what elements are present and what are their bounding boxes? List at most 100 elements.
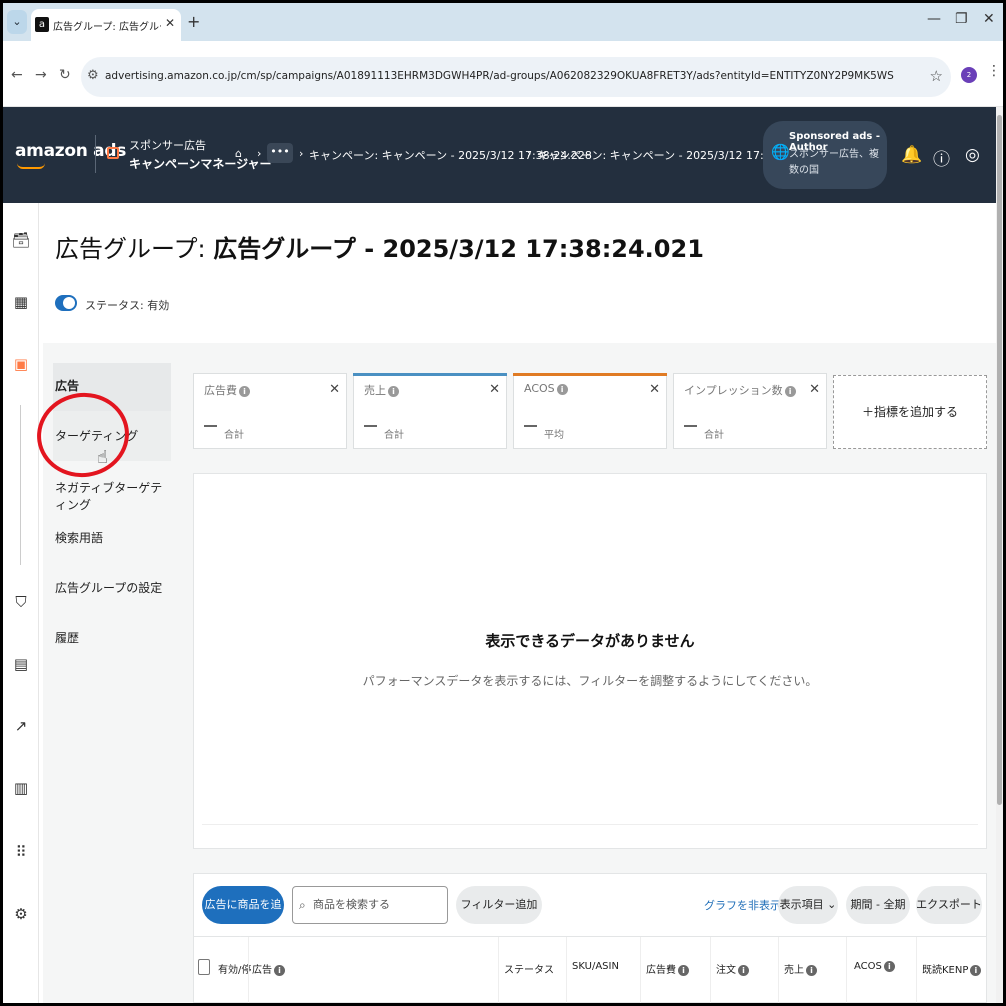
media-library-icon[interactable]: ▤	[11, 655, 31, 673]
back-icon[interactable]: ←	[11, 67, 23, 83]
new-tab-icon[interactable]: +	[187, 12, 200, 31]
metric-card-acos[interactable]: ACOS i ✕ 平均	[513, 373, 667, 449]
tab-search-button[interactable]: ⌄	[7, 10, 27, 34]
address-bar[interactable]: ⚙ advertising.amazon.co.jp/cm/sp/campaig…	[81, 57, 951, 97]
column-divider	[778, 937, 779, 1003]
app-header: amazon ads スポンサー広告 キャンペーンマネージャー ⌂ › ••• …	[3, 107, 1000, 203]
info-icon[interactable]: i	[388, 386, 399, 397]
dashboard-icon[interactable]: ▦	[11, 293, 31, 311]
info-icon[interactable]: i	[239, 386, 250, 397]
column-header-acos[interactable]: ACOS i	[854, 961, 895, 972]
product-subtitle[interactable]: キャンペーンマネージャー	[129, 155, 272, 172]
select-all-checkbox[interactable]	[198, 959, 210, 975]
metric-card-sales[interactable]: 売上 i ✕ 合計	[353, 373, 507, 449]
breadcrumb-more-button[interactable]: •••	[267, 143, 293, 163]
column-divider	[710, 937, 711, 1003]
remove-metric-icon[interactable]: ✕	[649, 382, 660, 397]
info-icon[interactable]: i	[784, 386, 796, 397]
metric-card-spend[interactable]: 広告費 i ✕ 合計	[193, 373, 347, 449]
remove-metric-icon[interactable]: ✕	[329, 382, 340, 397]
help-icon[interactable]: ⓘ	[933, 145, 950, 170]
table-header: 有効/停 広告 i ステータス SKU/ASIN 広告費 i 注文 i 売上 i ACO…	[193, 937, 987, 1003]
browser-tab[interactable]: a 広告グループ: 広告グループ - 2025/ ✕	[31, 9, 181, 41]
info-icon[interactable]: i	[274, 965, 285, 976]
bar-chart-icon[interactable]: ▥	[11, 779, 31, 797]
remove-metric-icon[interactable]: ✕	[809, 382, 820, 397]
column-header-orders[interactable]: 注文 i	[716, 961, 749, 976]
info-icon[interactable]: i	[738, 965, 749, 976]
column-divider	[916, 937, 917, 1003]
info-icon[interactable]: i	[806, 965, 817, 976]
shield-icon[interactable]: ⛉	[11, 593, 31, 611]
page-title: 広告グループ: 広告グループ - 2025/3/12 17:38:24.021	[55, 229, 704, 264]
browser-menu-icon[interactable]: ⋮	[987, 63, 1001, 79]
product-search[interactable]: ⌕	[292, 886, 448, 924]
profile-avatar[interactable]: 2	[961, 67, 977, 83]
add-filter-button[interactable]: フィルター追加 ⌄	[456, 886, 542, 949]
date-range-button[interactable]: 期間 - 全期間	[846, 886, 910, 949]
rail-divider	[20, 405, 21, 565]
columns-button[interactable]: 表示項目 ⌄	[778, 886, 838, 924]
url-text[interactable]: advertising.amazon.co.jp/cm/sp/campaigns…	[105, 70, 894, 82]
reload-icon[interactable]: ↻	[59, 67, 71, 83]
close-window-icon[interactable]: ✕	[983, 11, 995, 27]
gear-icon[interactable]: ⚙	[11, 905, 31, 923]
subnav-item-history[interactable]: 履歴	[53, 625, 171, 650]
forward-icon[interactable]: →	[35, 67, 47, 83]
search-input[interactable]	[313, 898, 443, 911]
metric-aggregation: 合計	[384, 430, 404, 441]
status-toggle[interactable]	[55, 295, 77, 311]
subnav-item-search-terms[interactable]: 検索用語	[53, 525, 171, 550]
metric-color-bar	[353, 373, 507, 376]
scrollbar-thumb[interactable]	[997, 115, 1002, 805]
home-icon[interactable]: ⌂	[235, 147, 242, 160]
left-rail: 🗃 ▦ ▣ ⛉ ▤ ↗ ▥ ⠿ ⚙	[3, 203, 39, 1003]
column-header-status[interactable]: ステータス	[504, 961, 554, 976]
hide-graph-link[interactable]: グラフを非表示	[704, 897, 781, 913]
column-header-ad[interactable]: 広告 i	[252, 961, 285, 976]
user-icon[interactable]: ◎	[965, 145, 980, 165]
column-divider	[566, 937, 567, 1003]
metric-label: インプレッション数 i	[684, 382, 796, 398]
chart-panel: 表示できるデータがありません パフォーマンスデータを表示するには、フィルターを調…	[193, 473, 987, 849]
campaign-manager-icon[interactable]: ▣	[11, 355, 31, 373]
bookmark-star-icon[interactable]: ☆	[930, 67, 943, 85]
campaign-manager-icon	[107, 147, 119, 159]
add-product-button[interactable]: 広告に商品を追加	[202, 886, 284, 949]
add-metric-button[interactable]: ＋指標を追加する	[833, 375, 987, 449]
trend-icon[interactable]: ↗	[11, 717, 31, 735]
info-icon[interactable]: i	[883, 961, 895, 972]
metric-card-impressions[interactable]: インプレッション数 i ✕ 合計	[673, 373, 827, 449]
page-title-name: 広告グループ - 2025/3/12 17:38:24.021	[213, 235, 704, 263]
apps-grid-icon[interactable]: ⠿	[11, 843, 31, 861]
column-header-sales[interactable]: 売上 i	[784, 961, 817, 976]
column-header-sku[interactable]: SKU/ASIN	[572, 961, 619, 972]
chart-baseline	[202, 824, 978, 825]
briefcase-icon[interactable]: 🗃	[11, 231, 31, 249]
empty-state-subtitle: パフォーマンスデータを表示するには、フィルターを調整するようにしてください。	[362, 674, 818, 688]
export-button[interactable]: エクスポート	[916, 886, 982, 924]
metric-aggregation: 合計	[704, 430, 724, 441]
minimize-icon[interactable]: —	[927, 11, 941, 27]
column-header-kenp[interactable]: 既読KENP i	[922, 961, 982, 976]
subnav-item-settings[interactable]: 広告グループの設定	[53, 575, 171, 600]
info-icon[interactable]: i	[970, 965, 982, 976]
column-divider	[846, 937, 847, 1003]
metric-color-bar	[673, 373, 827, 376]
metric-aggregation: 平均	[544, 430, 564, 441]
metric-label: ACOS i	[524, 382, 568, 395]
bell-icon[interactable]: 🔔	[901, 145, 922, 165]
site-settings-icon[interactable]: ⚙	[87, 68, 99, 83]
chevron-right-icon: ›	[257, 147, 262, 160]
column-header-spend[interactable]: 広告費 i	[646, 961, 689, 976]
metric-color-bar	[193, 373, 347, 376]
close-tab-icon[interactable]: ✕	[165, 16, 175, 30]
browser-window: ⌄ a 広告グループ: 広告グループ - 2025/ ✕ + — ❐ ✕ ← →…	[3, 3, 1003, 1003]
column-header-active[interactable]: 有効/停	[218, 961, 251, 976]
account-switcher[interactable]: 🌐 Sponsored ads - Author スポンサー広告、複数の国	[763, 121, 887, 189]
info-icon[interactable]: i	[556, 384, 568, 395]
info-icon[interactable]: i	[678, 965, 689, 976]
remove-metric-icon[interactable]: ✕	[489, 382, 500, 397]
restore-icon[interactable]: ❐	[955, 11, 968, 27]
subnav-item-negative-targeting[interactable]: ネガティブターゲティング	[53, 475, 171, 517]
